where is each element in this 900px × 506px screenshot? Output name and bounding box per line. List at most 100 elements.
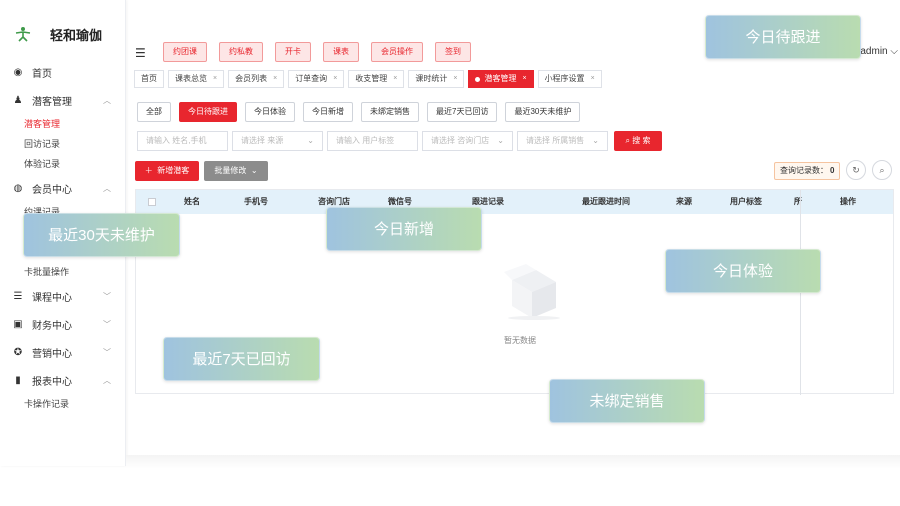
- tab-label: 课时统计: [415, 74, 448, 83]
- filter-input[interactable]: 请输入 姓名,手机: [137, 131, 228, 151]
- search-toggle-button[interactable]: ⌕: [872, 160, 892, 180]
- close-icon[interactable]: ×: [273, 71, 277, 87]
- sidebar-item[interactable]: ▮ 报表中心 ︿: [0, 366, 125, 394]
- logo[interactable]: 轻和瑜伽: [0, 16, 125, 52]
- filter-select[interactable]: 请选择 咨询门店 ⌄: [422, 131, 513, 151]
- sidebar-item[interactable]: ☰ 课程中心 ﹀: [0, 282, 125, 310]
- quick-action-button[interactable]: 约团课: [163, 42, 207, 62]
- sidebar-item-label: 会员中心: [32, 184, 72, 196]
- chevron-down-icon: ⌄: [307, 136, 314, 145]
- sidebar-item[interactable]: ▣ 财务中心 ﹀: [0, 310, 125, 338]
- record-count: 查询记录数： 0: [774, 162, 841, 180]
- batch-edit-button[interactable]: 批量修改 ⌄: [204, 161, 268, 181]
- filter-select[interactable]: 请选择 所属销售 ⌄: [517, 131, 608, 151]
- tab-label: 首页: [141, 74, 157, 83]
- chart-icon: ▮: [15, 374, 21, 386]
- tab-label: 订单查询: [295, 74, 328, 83]
- search-icon: ⌕: [879, 165, 885, 175]
- search-row: 请输入 姓名,手机 请选择 来源 ⌄ 请输入 用户标签 请选择 咨询门店 ⌄ 请选择 所属销…: [137, 131, 662, 151]
- callout-label: 今日体验: [665, 249, 821, 293]
- callout-label: 今日新增: [326, 207, 482, 251]
- member-icon: ◍: [13, 182, 23, 194]
- select-all-checkbox[interactable]: [148, 198, 156, 206]
- close-icon[interactable]: ×: [453, 71, 457, 87]
- sidebar-subitem[interactable]: 卡操作记录: [0, 394, 125, 414]
- user-menu[interactable]: admin ⌵: [860, 46, 898, 57]
- callout-label: 最近7天已回访: [163, 337, 320, 381]
- username: admin: [860, 46, 888, 57]
- empty-box-icon: [498, 260, 564, 320]
- close-icon[interactable]: ×: [333, 71, 337, 87]
- filter-chip[interactable]: 最近7天已回访: [427, 102, 498, 122]
- yoga-logo-icon: [14, 25, 32, 43]
- refresh-button[interactable]: ↻: [846, 160, 866, 180]
- add-lead-label: 新增潜客: [157, 166, 190, 175]
- refresh-icon: ↻: [852, 165, 860, 175]
- tab-item[interactable]: 首页: [134, 70, 164, 88]
- sidebar-item[interactable]: ◍ 会员中心 ︿: [0, 174, 125, 202]
- chevron-down-icon: ﹀: [103, 319, 111, 329]
- tab-label: 潜客管理: [484, 74, 517, 83]
- callout-label: 未绑定销售: [549, 379, 705, 423]
- close-icon[interactable]: ×: [591, 71, 595, 87]
- chevron-up-icon: ︿: [103, 95, 111, 105]
- callout-label: 最近30天未维护: [23, 213, 180, 257]
- tab-item[interactable]: 潜客管理 ×: [468, 70, 534, 88]
- chevron-down-icon: ﹀: [103, 291, 111, 301]
- close-icon[interactable]: ×: [213, 71, 217, 87]
- tab-item[interactable]: 课时统计 ×: [408, 70, 465, 88]
- sidebar-subitem[interactable]: 潜客管理: [0, 114, 125, 134]
- batch-edit-label: 批量修改: [214, 166, 247, 175]
- record-count-label: 查询记录数：: [780, 166, 828, 175]
- sidebar-item[interactable]: ◉ 首页: [0, 58, 125, 86]
- tab-item[interactable]: 订单查询 ×: [288, 70, 345, 88]
- sidebar-subitem[interactable]: 回访记录: [0, 134, 125, 154]
- menu-toggle-icon[interactable]: ☰: [135, 46, 146, 60]
- sidebar-item[interactable]: ♟ 潜客管理 ︿: [0, 86, 125, 114]
- field-placeholder: 请输入 用户标签: [336, 136, 395, 145]
- quick-action-button[interactable]: 开卡: [275, 42, 311, 62]
- field-placeholder: 请选择 所属销售: [526, 136, 585, 145]
- chevron-down-icon: ⌄: [250, 166, 258, 175]
- sidebar-subitem[interactable]: 体验记录: [0, 154, 125, 174]
- search-button[interactable]: ⌕ 搜 索: [614, 131, 662, 151]
- sidebar-item-label: 财务中心: [32, 320, 72, 332]
- tab-item[interactable]: 课表总览 ×: [168, 70, 225, 88]
- filter-chip[interactable]: 未绑定销售: [361, 102, 419, 122]
- sidebar-item-label: 课程中心: [32, 292, 72, 304]
- quick-actions: 约团课 约私教 开卡 课表 会员操作 签到: [163, 42, 483, 62]
- field-placeholder: 请选择 咨询门店: [431, 136, 490, 145]
- list-icon: ☰: [13, 290, 23, 302]
- marketing-icon: ✪: [13, 346, 23, 358]
- quick-action-button[interactable]: 约私教: [219, 42, 263, 62]
- chevron-down-icon: ﹀: [103, 347, 111, 357]
- chevron-up-icon: ︿: [103, 183, 111, 193]
- finance-icon: ▣: [13, 318, 23, 330]
- add-lead-button[interactable]: ＋ 新增潜客: [135, 161, 199, 181]
- filter-chip[interactable]: 全部: [137, 102, 171, 122]
- filter-chip[interactable]: 最近30天未维护: [505, 102, 581, 122]
- sidebar-item[interactable]: ✪ 营销中心 ﹀: [0, 338, 125, 366]
- quick-action-button[interactable]: 会员操作: [371, 42, 423, 62]
- tab-item[interactable]: 会员列表 ×: [228, 70, 285, 88]
- close-icon[interactable]: ×: [522, 71, 526, 87]
- filter-select[interactable]: 请选择 来源 ⌄: [232, 131, 323, 151]
- filter-chips: 全部 今日待跟进 今日体验 今日新增 未绑定销售 最近7天已回访 最近30天未维护: [137, 102, 588, 122]
- tab-item[interactable]: 小程序设置 ×: [537, 70, 602, 88]
- tab-label: 小程序设置: [544, 74, 585, 83]
- column-header: 手机号: [244, 197, 268, 206]
- sidebar-subitem[interactable]: 卡批量操作: [0, 262, 125, 282]
- quick-action-button[interactable]: 签到: [435, 42, 471, 62]
- filter-chip[interactable]: 今日待跟进: [179, 102, 237, 122]
- bottom-shadow: [126, 455, 900, 469]
- active-dot-icon: [475, 76, 481, 82]
- filter-chip[interactable]: 今日新增: [303, 102, 353, 122]
- chevron-down-icon: ⌵: [890, 46, 898, 57]
- tab-item[interactable]: 收支管理 ×: [348, 70, 405, 88]
- close-icon[interactable]: ×: [393, 71, 397, 87]
- quick-action-button[interactable]: 课表: [323, 42, 359, 62]
- filter-chip[interactable]: 今日体验: [245, 102, 295, 122]
- filter-input[interactable]: 请输入 用户标签: [327, 131, 418, 151]
- sidebar-item-label: 营销中心: [32, 348, 72, 360]
- dashboard-icon: ◉: [13, 66, 23, 78]
